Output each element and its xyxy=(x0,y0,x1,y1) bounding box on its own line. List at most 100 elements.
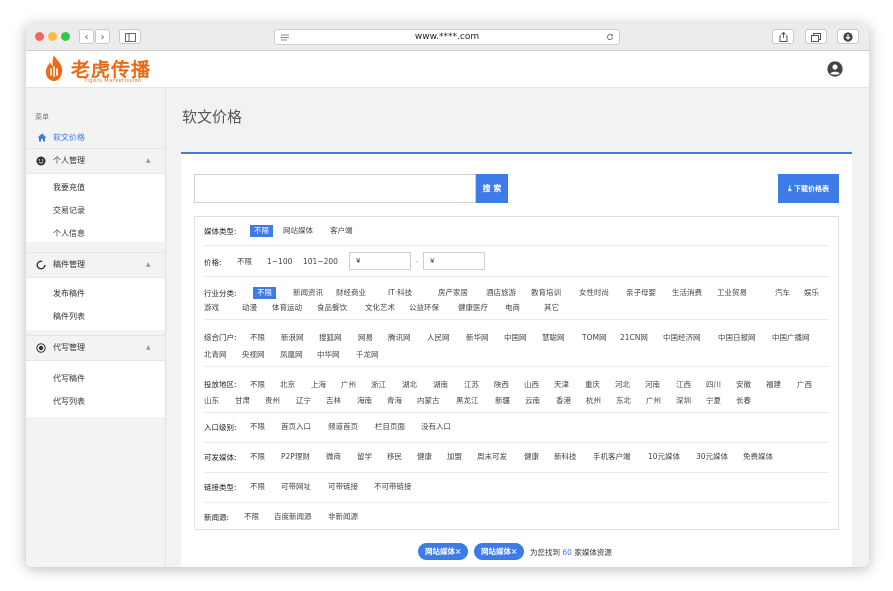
filter-option[interactable]: 江西 xyxy=(676,379,691,391)
sidebar-item-profile[interactable]: 个人信息 xyxy=(53,228,85,239)
filter-option[interactable]: 首页入口 xyxy=(281,421,311,433)
filter-option[interactable]: 杭州 xyxy=(586,395,601,407)
filter-option[interactable]: 甘肃 xyxy=(235,395,250,407)
filter-option[interactable]: 21CN网 xyxy=(620,332,648,344)
sidebar-toggle-button[interactable] xyxy=(119,29,141,44)
filter-option[interactable]: 山东 xyxy=(204,395,219,407)
sidebar-item-recharge[interactable]: 我要充值 xyxy=(53,182,85,193)
filter-option[interactable]: 贵州 xyxy=(265,395,280,407)
filter-option[interactable]: 不限 xyxy=(250,332,265,344)
filter-option[interactable]: 不限 xyxy=(250,421,265,433)
filter-option[interactable]: 中国广播网 xyxy=(772,332,810,344)
filter-option[interactable]: 非新闻源 xyxy=(328,511,358,523)
filter-option[interactable]: 可带网址 xyxy=(281,481,311,493)
filter-option[interactable]: 手机客户端 xyxy=(593,451,631,463)
filter-option[interactable]: 不限 xyxy=(250,481,265,493)
filter-option[interactable]: 长春 xyxy=(736,395,751,407)
filter-option[interactable]: 新浪网 xyxy=(281,332,304,344)
filter-option[interactable]: 广西 xyxy=(797,379,812,391)
filter-option[interactable]: 中国日报网 xyxy=(718,332,756,344)
filter-option[interactable]: 香港 xyxy=(556,395,571,407)
filter-option[interactable]: IT·科技 xyxy=(388,287,412,299)
filter-option[interactable]: 不限 xyxy=(250,379,265,391)
filter-option[interactable]: 中国网 xyxy=(504,332,527,344)
filter-option[interactable]: 可带链接 xyxy=(328,481,358,493)
filter-option[interactable]: 1~100 xyxy=(267,256,292,268)
filter-option[interactable]: 30元媒体 xyxy=(696,451,728,463)
address-bar[interactable]: www.****.com xyxy=(274,29,620,45)
filter-option[interactable]: 加盟 xyxy=(447,451,462,463)
filter-option[interactable]: 广州 xyxy=(646,395,661,407)
filter-option[interactable]: TOM网 xyxy=(582,332,606,344)
filter-option[interactable]: 青海 xyxy=(387,395,402,407)
sidebar-item-manuscript-list[interactable]: 稿件列表 xyxy=(53,311,85,322)
filter-option[interactable]: 健康 xyxy=(417,451,432,463)
filter-option[interactable]: 微商 xyxy=(326,451,341,463)
filter-option[interactable]: 慧聪网 xyxy=(542,332,565,344)
download-price-list-button[interactable]: ⤓ 下载价格表 xyxy=(778,174,839,203)
filter-option[interactable]: 广州 xyxy=(341,379,356,391)
selected-filter-tag[interactable]: 网站媒体× xyxy=(474,543,525,560)
sidebar-item-publish[interactable]: 发布稿件 xyxy=(53,288,85,299)
filter-option[interactable]: 搜狐网 xyxy=(319,332,342,344)
download-button[interactable] xyxy=(837,29,859,44)
sidebar-item-ghostwrite-list[interactable]: 代写列表 xyxy=(53,396,85,407)
share-button[interactable] xyxy=(772,29,794,44)
filter-option[interactable]: 江苏 xyxy=(464,379,479,391)
filter-option[interactable]: 教育培训 xyxy=(531,287,561,299)
filter-option[interactable]: 新闻资讯 xyxy=(293,287,323,299)
filter-option[interactable]: 周末可发 xyxy=(477,451,507,463)
filter-option[interactable]: 汽车 xyxy=(775,287,790,299)
filter-option[interactable]: 内蒙古 xyxy=(417,395,440,407)
minimize-window-icon[interactable] xyxy=(48,32,57,41)
filter-option[interactable]: 频道首页 xyxy=(328,421,358,433)
filter-option[interactable]: 网易 xyxy=(358,332,373,344)
filter-option[interactable]: 四川 xyxy=(706,379,721,391)
filter-option[interactable]: 电商 xyxy=(505,302,520,314)
filter-option[interactable]: 不限 xyxy=(250,451,265,463)
filter-option[interactable]: 河南 xyxy=(645,379,660,391)
filter-option[interactable]: 不限 xyxy=(244,511,259,523)
filter-option[interactable]: 10元媒体 xyxy=(648,451,680,463)
filter-option[interactable]: 湖南 xyxy=(433,379,448,391)
filter-option[interactable]: 亲子母婴 xyxy=(626,287,656,299)
back-button[interactable]: ‹ xyxy=(79,29,94,44)
filter-option[interactable]: 福建 xyxy=(766,379,781,391)
filter-option[interactable]: 中国经济网 xyxy=(663,332,701,344)
sidebar-group-ghostwriting[interactable]: 代写管理 ▲ xyxy=(26,335,165,361)
filter-option[interactable]: 上海 xyxy=(311,379,326,391)
filter-option[interactable]: 陕西 xyxy=(494,379,509,391)
forward-button[interactable]: › xyxy=(95,29,110,44)
filter-option[interactable]: 房产家居 xyxy=(438,287,468,299)
filter-option[interactable]: 宁夏 xyxy=(706,395,721,407)
filter-option[interactable]: 游戏 xyxy=(204,302,219,314)
filter-option[interactable]: 安徽 xyxy=(736,379,751,391)
filter-option[interactable]: 云南 xyxy=(525,395,540,407)
filter-option[interactable]: 不可带链接 xyxy=(374,481,412,493)
user-account-icon[interactable] xyxy=(827,61,843,77)
filter-option[interactable]: 吉林 xyxy=(326,395,341,407)
filter-option[interactable]: 酒店旅游 xyxy=(486,287,516,299)
filter-option[interactable]: 健康 xyxy=(524,451,539,463)
filter-option[interactable]: 天津 xyxy=(554,379,569,391)
filter-option[interactable]: 女性时尚 xyxy=(579,287,609,299)
maximize-window-icon[interactable] xyxy=(61,32,70,41)
filter-option[interactable]: 北青网 xyxy=(204,349,227,361)
filter-option[interactable]: 其它 xyxy=(544,302,559,314)
price-max-input[interactable]: ¥ xyxy=(423,252,485,270)
close-window-icon[interactable] xyxy=(35,32,44,41)
filter-option[interactable]: 食品餐饮 xyxy=(317,302,347,314)
search-button[interactable]: 搜 索 xyxy=(476,174,508,203)
filter-option[interactable]: 101~200 xyxy=(303,256,338,268)
sidebar-item-transactions[interactable]: 交易记录 xyxy=(53,205,85,216)
filter-option[interactable]: 千龙网 xyxy=(356,349,379,361)
filter-option[interactable]: 央视网 xyxy=(242,349,265,361)
filter-option[interactable]: 工业贸易 xyxy=(717,287,747,299)
filter-option[interactable]: 浙江 xyxy=(371,379,386,391)
sidebar-item-ghostwrite[interactable]: 代写稿件 xyxy=(53,373,85,384)
filter-option[interactable]: 重庆 xyxy=(585,379,600,391)
filter-option[interactable]: 不限 xyxy=(253,287,276,299)
filter-option[interactable]: 湖北 xyxy=(402,379,417,391)
filter-option[interactable]: 新疆 xyxy=(495,395,510,407)
filter-option[interactable]: 留学 xyxy=(357,451,372,463)
